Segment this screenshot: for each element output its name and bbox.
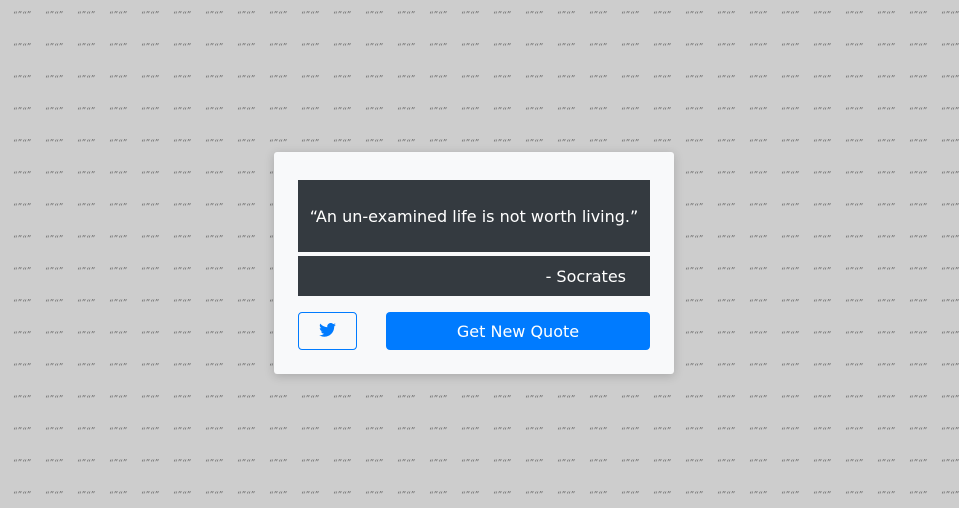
new-quote-label: Get New Quote [456, 321, 580, 341]
quote-text: “An un-examined life is not worth living… [309, 206, 639, 226]
author-box: - Socrates [298, 256, 650, 296]
new-quote-button[interactable]: Get New Quote [386, 312, 650, 350]
quote-box: “An un-examined life is not worth living… [298, 180, 650, 252]
quote-card: “An un-examined life is not worth living… [274, 152, 674, 374]
twitter-icon [319, 322, 336, 340]
quote-author: - Socrates [545, 266, 626, 286]
tweet-button[interactable] [298, 312, 357, 350]
